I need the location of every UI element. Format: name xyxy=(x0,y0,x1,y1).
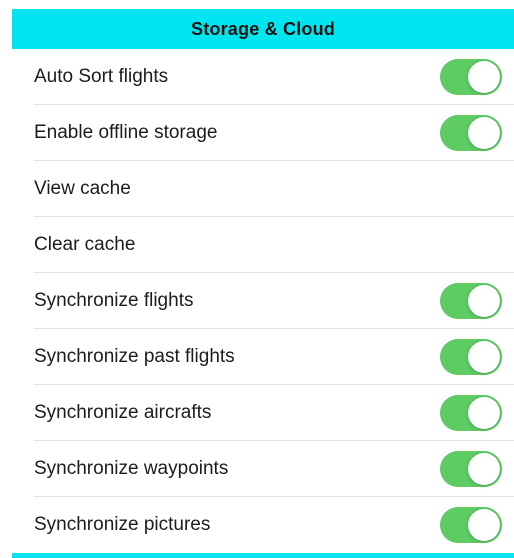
toggle-knob xyxy=(468,285,500,317)
setting-label: Enable offline storage xyxy=(34,122,218,143)
toggle-knob xyxy=(468,117,500,149)
setting-label: Synchronize waypoints xyxy=(34,458,229,479)
clear-cache-button[interactable]: Clear cache xyxy=(12,217,514,273)
toggle-knob xyxy=(468,453,500,485)
synchronize-past-flights-toggle[interactable] xyxy=(440,339,502,375)
setting-auto-sort-flights: Auto Sort flights xyxy=(12,49,514,105)
view-cache-button[interactable]: View cache xyxy=(12,161,514,217)
setting-label: Synchronize past flights xyxy=(34,346,235,367)
setting-label: View cache xyxy=(34,178,131,199)
setting-synchronize-aircrafts: Synchronize aircrafts xyxy=(12,385,514,441)
auto-sort-flights-toggle[interactable] xyxy=(440,59,502,95)
toggle-knob xyxy=(468,61,500,93)
setting-synchronize-pictures: Synchronize pictures xyxy=(12,497,514,553)
toggle-knob xyxy=(468,509,500,541)
enable-offline-storage-toggle[interactable] xyxy=(440,115,502,151)
setting-label: Clear cache xyxy=(34,234,136,255)
setting-label: Synchronize aircrafts xyxy=(34,402,212,423)
toggle-knob xyxy=(468,397,500,429)
setting-label: Synchronize flights xyxy=(34,290,194,311)
bottom-accent-bar xyxy=(12,553,514,558)
setting-enable-offline-storage: Enable offline storage xyxy=(12,105,514,161)
toggle-knob xyxy=(468,341,500,373)
setting-label: Auto Sort flights xyxy=(34,66,169,87)
setting-label: Synchronize pictures xyxy=(34,514,211,535)
section-header: Storage & Cloud xyxy=(12,9,514,49)
section-title: Storage & Cloud xyxy=(190,18,335,39)
settings-list: Auto Sort flights Enable offline storage… xyxy=(12,49,514,553)
synchronize-pictures-toggle[interactable] xyxy=(440,507,502,543)
synchronize-aircrafts-toggle[interactable] xyxy=(440,395,502,431)
setting-synchronize-waypoints: Synchronize waypoints xyxy=(12,441,514,497)
synchronize-waypoints-toggle[interactable] xyxy=(440,451,502,487)
settings-screen: Storage & Cloud Auto Sort flights Enable… xyxy=(0,0,514,558)
synchronize-flights-toggle[interactable] xyxy=(440,283,502,319)
setting-synchronize-past-flights: Synchronize past flights xyxy=(12,329,514,385)
setting-synchronize-flights: Synchronize flights xyxy=(12,273,514,329)
